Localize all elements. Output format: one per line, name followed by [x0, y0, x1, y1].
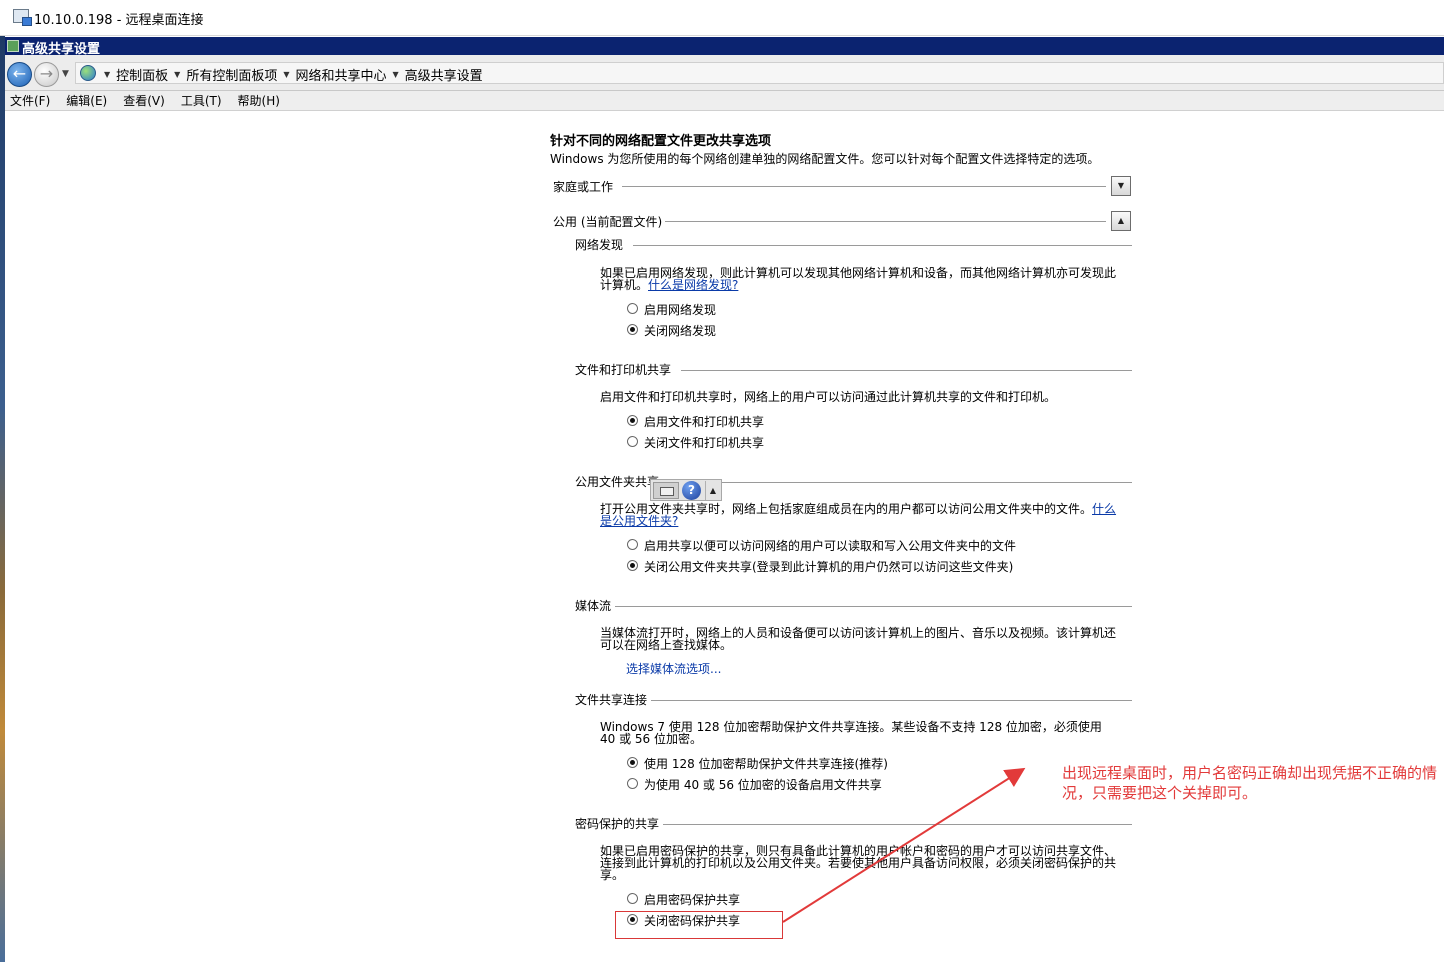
radio-button-selected[interactable] — [627, 415, 638, 426]
discovery-description: 如果已启用网络发现，则此计算机可以发现其他网络计算机和设备，而其他网络计算机亦可… — [600, 266, 1117, 292]
radio-button[interactable] — [627, 539, 638, 550]
radio-button[interactable] — [627, 436, 638, 447]
forward-arrow-icon[interactable]: → — [34, 62, 59, 87]
divider — [651, 700, 1132, 701]
divider — [633, 245, 1132, 246]
menu-edit[interactable]: 编辑(E) — [66, 92, 107, 109]
section-file-sharing-connections: 文件共享连接 — [575, 691, 1132, 709]
toolbar-dropdown-icon[interactable]: ▲ — [705, 481, 720, 500]
section-label: 网络发现 — [575, 238, 624, 252]
radio-button-selected[interactable] — [627, 324, 638, 335]
floating-toolbar: ? ▲ — [650, 479, 722, 501]
network-globe-icon — [80, 65, 96, 81]
section-label: 文件和打印机共享 — [575, 363, 672, 377]
breadcrumb-item-control-panel[interactable]: 控制面板 — [116, 65, 168, 84]
section-label: 媒体流 — [575, 599, 612, 613]
media-streaming-options-link[interactable]: 选择媒体流选项... — [626, 660, 721, 677]
breadcrumb-chevron-icon[interactable]: ▼ — [104, 70, 110, 79]
profile-public-label: 公用 (当前配置文件) — [553, 215, 663, 229]
file-printer-description: 启用文件和打印机共享时，网络上的用户可以访问通过此计算机共享的文件和打印机。 — [600, 390, 1057, 404]
collapse-chevron-up-icon[interactable]: ▲ — [1111, 211, 1131, 231]
sharing-settings-panel: 针对不同的网络配置文件更改共享选项 Windows 为您所使用的每个网络创建单独… — [550, 125, 1140, 945]
breadcrumb: ▼ 控制面板 ▼ 所有控制面板项 ▼ 网络和共享中心 ▼ 高级共享设置 — [98, 65, 483, 84]
history-dropdown-icon[interactable]: ▼ — [62, 69, 69, 79]
radio-button[interactable] — [627, 778, 638, 789]
breadcrumb-item-all-items[interactable]: 所有控制面板项 — [186, 65, 277, 84]
breadcrumb-chevron-icon[interactable]: ▼ — [174, 70, 180, 79]
divider — [681, 370, 1132, 371]
navigation-bar: ← → ▼ ▼ 控制面板 ▼ 所有控制面板项 ▼ 网络和共享中心 ▼ 高级共享设… — [5, 55, 1444, 91]
password-sharing-description: 如果已启用密码保护的共享，则只有具备此计算机的用户帐户和密码的用户才可以访问共享… — [600, 844, 1117, 882]
menu-bar: 文件(F) 编辑(E) 查看(V) 工具(T) 帮助(H) — [5, 91, 1444, 111]
rdp-title: 10.10.0.198 - 远程桌面连接 — [34, 13, 204, 28]
breadcrumb-item-network-center[interactable]: 网络和共享中心 — [296, 65, 387, 84]
radio-button[interactable] — [627, 893, 638, 904]
what-is-discovery-link[interactable]: 什么是网络发现? — [648, 278, 738, 292]
rdp-monitor-icon — [13, 9, 32, 26]
back-arrow-icon[interactable]: ← — [7, 62, 32, 87]
public-folder-description: 打开公用文件夹共享时，网络上包括家庭组成员在内的用户都可以访问公用文件夹中的文件… — [600, 502, 1117, 528]
page-title: 针对不同的网络配置文件更改共享选项 — [550, 134, 772, 149]
annotation-highlight-box — [615, 911, 783, 939]
divider — [665, 221, 1106, 222]
help-icon[interactable]: ? — [682, 481, 701, 500]
profile-home-label: 家庭或工作 — [553, 180, 614, 194]
section-media-streaming: 媒体流 — [575, 597, 1132, 615]
breadcrumb-chevron-icon[interactable]: ▼ — [393, 70, 399, 79]
menu-view[interactable]: 查看(V) — [123, 92, 165, 109]
file-sharing-connections-description: Windows 7 使用 128 位加密帮助保护文件共享连接。某些设备不支持 1… — [600, 720, 1102, 746]
radio-button-selected[interactable] — [627, 560, 638, 571]
radio-button-selected[interactable] — [627, 757, 638, 768]
keyboard-icon[interactable] — [653, 482, 679, 499]
divider — [622, 186, 1106, 187]
media-description: 当媒体流打开时，网络上的人员和设备便可以访问该计算机上的图片、音乐以及视频。该计… — [600, 626, 1117, 652]
section-label: 公用文件夹共享 — [575, 475, 660, 489]
profile-home-work[interactable]: 家庭或工作 ▼ — [550, 176, 1132, 198]
divider — [615, 606, 1132, 607]
annotation-note: 出现远程桌面时，用户名密码正确却出现凭据不正确的情况，只需要把这个关掉即可。 — [1062, 764, 1438, 802]
radio-button[interactable] — [627, 303, 638, 314]
profile-public[interactable]: 公用 (当前配置文件) ▲ — [550, 211, 1132, 233]
rdp-title-bar: 10.10.0.198 - 远程桌面连接 — [0, 0, 1444, 36]
expand-chevron-down-icon[interactable]: ▼ — [1111, 176, 1131, 196]
section-label: 文件共享连接 — [575, 693, 648, 707]
address-bar[interactable]: ▼ 控制面板 ▼ 所有控制面板项 ▼ 网络和共享中心 ▼ 高级共享设置 — [75, 62, 1444, 84]
section-file-printer: 文件和打印机共享 — [575, 361, 1132, 379]
desktop-background-strip — [0, 36, 5, 962]
page-subtitle: Windows 为您所使用的每个网络创建单独的网络配置文件。您可以针对每个配置文… — [550, 152, 1100, 166]
control-panel-icon — [7, 40, 19, 52]
window-title-bar: 高级共享设置 — [5, 37, 1444, 57]
menu-help[interactable]: 帮助(H) — [238, 92, 280, 109]
section-network-discovery: 网络发现 — [575, 236, 1132, 254]
divider — [663, 824, 1132, 825]
section-label: 密码保护的共享 — [575, 817, 660, 831]
breadcrumb-item-advanced-sharing[interactable]: 高级共享设置 — [405, 65, 483, 84]
section-password-protected: 密码保护的共享 — [575, 815, 1132, 833]
menu-tools[interactable]: 工具(T) — [181, 92, 222, 109]
breadcrumb-chevron-icon[interactable]: ▼ — [283, 70, 289, 79]
menu-file[interactable]: 文件(F) — [10, 92, 50, 109]
divider — [663, 482, 1132, 483]
